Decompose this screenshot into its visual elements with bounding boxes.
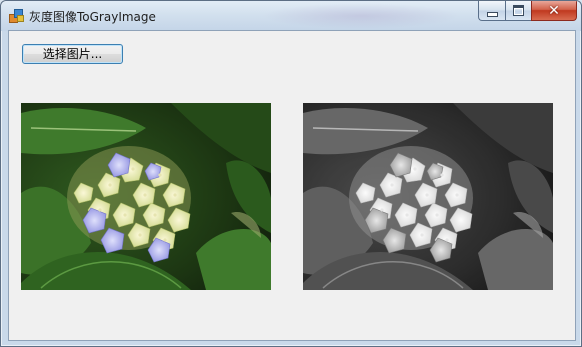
- maximize-button[interactable]: [505, 1, 531, 21]
- original-image-picturebox: [21, 103, 271, 290]
- grayscale-image-picturebox: [303, 103, 553, 290]
- hydrangea-photo-grayscale: [303, 103, 553, 290]
- app-window: 灰度图像ToGrayImage ✕ 选择图片...: [0, 0, 582, 347]
- app-icon[interactable]: [9, 9, 24, 23]
- select-image-button[interactable]: 选择图片...: [22, 44, 123, 64]
- title-bar[interactable]: 灰度图像ToGrayImage ✕: [1, 1, 581, 31]
- close-button[interactable]: ✕: [531, 1, 577, 21]
- minimize-icon: [486, 11, 498, 17]
- close-icon: ✕: [548, 2, 560, 19]
- hydrangea-photo-color: [21, 103, 271, 290]
- form-client-area: 选择图片...: [8, 30, 576, 341]
- window-controls: ✕: [478, 1, 577, 21]
- window-title: 灰度图像ToGrayImage: [29, 10, 156, 24]
- minimize-button[interactable]: [478, 1, 505, 21]
- maximize-icon: [513, 5, 524, 16]
- title-glare: [261, 3, 461, 29]
